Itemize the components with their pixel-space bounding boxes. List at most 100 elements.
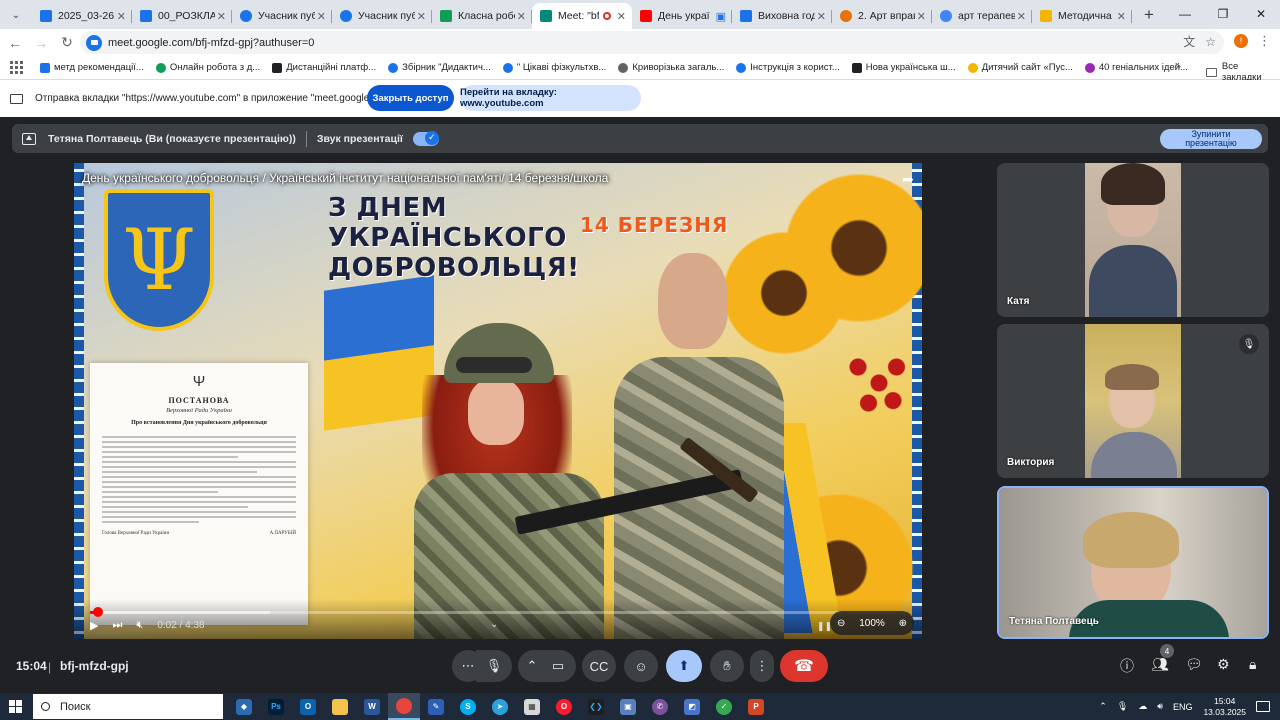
browser-tab[interactable]: 00_РОЗКЛАД з✕ <box>132 3 232 29</box>
chevron-down-icon[interactable]: ⌄ <box>490 619 498 630</box>
vscode-taskbar-icon[interactable]: ❮❯ <box>580 693 612 720</box>
close-tab-icon[interactable]: ✕ <box>217 10 226 23</box>
close-tab-icon[interactable]: ✕ <box>117 10 126 23</box>
browser-tab[interactable]: 2025_03-26.03✕ <box>32 3 132 29</box>
tray-chevron-up-icon[interactable]: ⌃ <box>1099 701 1107 712</box>
browser-tab[interactable]: День украї ▣ <box>632 3 732 29</box>
bookmark-item[interactable]: Збірник "Дидактич... <box>388 62 491 73</box>
scrubber-handle[interactable] <box>93 607 103 617</box>
present-now-button[interactable]: ⬆ <box>666 650 702 682</box>
viber-taskbar-icon[interactable]: ✆ <box>644 693 676 720</box>
close-tab-icon[interactable]: ✕ <box>617 10 626 23</box>
photoshop-taskbar-icon[interactable]: Ps <box>260 693 292 720</box>
volume-tray-icon[interactable]: 🔊︎ <box>1157 701 1163 712</box>
host-controls-icon[interactable]: 🔒︎ <box>1249 656 1256 673</box>
participant-tile[interactable]: 🎙︎ Виктория <box>997 324 1269 478</box>
opera-taskbar-icon[interactable]: O <box>548 693 580 720</box>
tab-search-button[interactable]: ⌄ <box>4 4 28 26</box>
play-icon[interactable]: ▶ <box>90 619 98 632</box>
leave-call-button[interactable]: ☎ <box>780 650 828 682</box>
translate-icon[interactable]: 文 <box>1183 33 1195 50</box>
emoji-reactions-button[interactable]: ☺ <box>624 650 658 682</box>
browser-tab-active[interactable]: Meet: "bfj ✕ <box>532 3 632 29</box>
windows-start-icon[interactable] <box>0 693 30 720</box>
raise-hand-button[interactable]: ✋︎ <box>710 650 744 682</box>
close-tab-icon[interactable]: ✕ <box>917 10 926 23</box>
bookmark-item[interactable]: Онлайн робота з д... <box>155 62 260 73</box>
browser-tab[interactable]: 2. Арт вправа✕ <box>832 3 932 29</box>
app-taskbar-icon[interactable]: ◩ <box>676 693 708 720</box>
skype-taskbar-icon[interactable]: S <box>452 693 484 720</box>
people-icon[interactable]: 👥︎ <box>1151 656 1169 673</box>
zoom-out-icon[interactable]: ⊖ <box>837 618 845 629</box>
browser-tab[interactable]: Учасник публ✕ <box>232 3 332 29</box>
forward-icon[interactable]: → <box>28 31 54 55</box>
save-taskbar-icon[interactable]: ▣ <box>612 693 644 720</box>
close-tab-icon[interactable]: ✕ <box>1017 10 1026 23</box>
captions-button[interactable]: CC <box>582 650 616 682</box>
bookmark-item[interactable]: метд рекомендації... <box>40 62 144 73</box>
camera-button[interactable]: ▭ <box>540 650 576 682</box>
reload-icon[interactable]: ↻ <box>54 31 80 55</box>
close-tab-icon[interactable]: ✕ <box>1117 10 1126 23</box>
restore-icon[interactable]: ❐ <box>1204 0 1242 28</box>
word-taskbar-icon[interactable]: W <box>356 693 388 720</box>
mute-icon[interactable]: 🔇︎ <box>136 619 143 632</box>
stop-sharing-button[interactable]: Закрыть доступ <box>367 85 454 111</box>
microphone-button[interactable]: 🎙︎ <box>476 650 512 682</box>
stop-presenting-button[interactable]: Зупинити презентацію <box>1160 129 1262 149</box>
next-icon[interactable]: ⏭ <box>112 619 122 632</box>
browser-tab[interactable]: Класна робота✕ <box>432 3 532 29</box>
more-options-icon[interactable]: ⋮ <box>750 650 774 682</box>
store-taskbar-icon[interactable]: ▦ <box>516 693 548 720</box>
taskbar-clock[interactable]: 15:04 13.03.2025 <box>1203 696 1246 718</box>
switch-to-tab-button[interactable]: Перейти на вкладку: www.youtube.com <box>460 85 641 111</box>
bookmark-item[interactable]: Нова українська ш... <box>851 62 956 73</box>
participant-tile[interactable]: Катя <box>997 163 1269 317</box>
site-info-icon[interactable] <box>86 34 102 51</box>
back-icon[interactable]: ← <box>2 31 28 55</box>
editor-taskbar-icon[interactable]: ✎ <box>420 693 452 720</box>
browser-tab[interactable]: Методична ро✕ <box>1032 3 1132 29</box>
new-tab-button[interactable]: + <box>1138 4 1160 26</box>
video-title[interactable]: День українського добровольця / Українсь… <box>82 171 608 185</box>
mic-tray-icon[interactable]: 🎙︎ <box>1117 701 1128 712</box>
meeting-info-icon[interactable]: ⓘ <box>1120 656 1134 676</box>
bookmark-item[interactable]: " Цікаві фізкультхв... <box>502 62 606 73</box>
language-indicator[interactable]: ENG <box>1173 702 1193 712</box>
browser-tab[interactable]: Виховна годи✕ <box>732 3 832 29</box>
powerpoint-taskbar-icon[interactable]: P <box>740 693 772 720</box>
green-app-taskbar-icon[interactable]: ✓ <box>708 693 740 720</box>
bookmark-item[interactable]: Криворізька загаль... <box>618 62 724 73</box>
presentation-audio-toggle[interactable] <box>412 130 439 146</box>
chrome-menu-icon[interactable]: ⋮ <box>1258 33 1271 49</box>
close-tab-icon[interactable]: ✕ <box>817 10 826 23</box>
close-tab-icon[interactable]: ✕ <box>417 10 426 23</box>
profile-avatar[interactable]: ! <box>1234 34 1248 48</box>
bookmark-item[interactable]: Дитячий сайт «Пус... <box>967 62 1073 73</box>
more-bookmarks-icon[interactable]: » <box>1175 61 1181 73</box>
widgets-taskbar-icon[interactable]: ◆ <box>228 693 260 720</box>
bookmark-star-icon[interactable]: ☆ <box>1205 35 1216 49</box>
chat-icon[interactable]: 💬︎ <box>1185 656 1203 673</box>
activities-icon[interactable]: ⚙ <box>1217 656 1230 673</box>
outlook-taskbar-icon[interactable]: O <box>292 693 324 720</box>
apps-grid-icon[interactable] <box>10 60 24 75</box>
url-field[interactable]: meet.google.com/bfj-mfzd-gpj?authuser=0 … <box>80 31 1224 54</box>
onedrive-tray-icon[interactable]: ☁ <box>1138 701 1147 712</box>
participant-tile-self[interactable]: Тетяна Полтавець <box>997 486 1269 639</box>
video-progress-bar[interactable] <box>90 607 906 617</box>
zoom-in-icon[interactable]: ⊕ <box>899 618 907 629</box>
telegram-taskbar-icon[interactable]: ➤ <box>484 693 516 720</box>
share-icon[interactable]: ➦ <box>902 171 914 188</box>
file-explorer-taskbar-icon[interactable] <box>324 693 356 720</box>
browser-tab[interactable]: арт терапевти✕ <box>932 3 1032 29</box>
taskbar-search-input[interactable]: Поиск <box>33 694 223 719</box>
chrome-taskbar-icon[interactable] <box>388 693 420 720</box>
close-window-icon[interactable]: ✕ <box>1242 0 1280 28</box>
notification-icon[interactable] <box>1256 701 1270 712</box>
bookmark-item[interactable]: 40 геніальних ідей... <box>1084 62 1188 73</box>
screen-share-tab-icon[interactable]: ▣ <box>716 10 726 23</box>
bookmark-item[interactable]: Інструкція з корист... <box>736 62 840 73</box>
shared-video[interactable]: Ψ З ДНЕМ УКРАЇНСЬКОГО ДОБРОВОЛЬЦЯ! 14 БЕ… <box>74 163 922 639</box>
